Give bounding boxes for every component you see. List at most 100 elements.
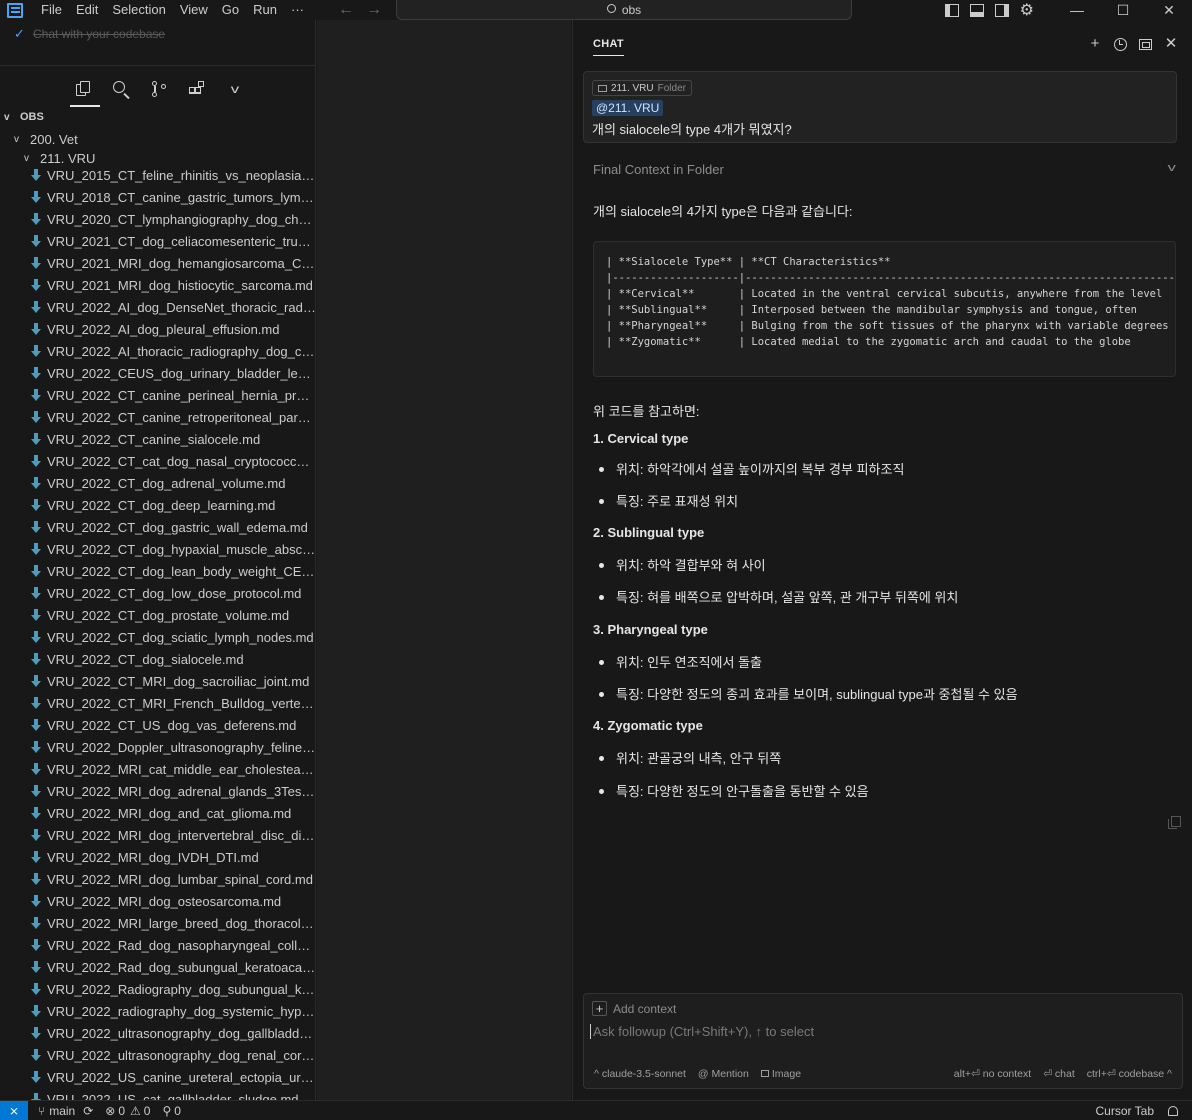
copy-icon[interactable] (1168, 816, 1181, 829)
close-window-button[interactable]: ✕ (1146, 0, 1192, 20)
user-message[interactable]: 211. VRU Folder @211. VRU 개의 sialocele의 … (583, 71, 1177, 143)
minimize-button[interactable]: — (1054, 0, 1100, 20)
file-item[interactable]: VRU_2022_US_cat_gallbladder_sludge.md (0, 1088, 315, 1100)
file-item[interactable]: VRU_2021_MRI_dog_hemangiosarcoma_CNS... (0, 252, 315, 274)
followup-input[interactable] (590, 1024, 1170, 1039)
codebase-shortcut[interactable]: ctrl+⏎ codebase ^ (1087, 1068, 1172, 1080)
history-icon[interactable] (1114, 38, 1127, 51)
markdown-file-icon (31, 829, 41, 841)
file-item[interactable]: VRU_2022_AI_dog_pleural_effusion.md (0, 318, 315, 340)
file-item[interactable]: VRU_2022_radiography_dog_systemic_hypert… (0, 1000, 315, 1022)
sync-icon[interactable]: ⟳ (83, 1104, 93, 1118)
add-context-button[interactable]: + Add context (592, 1001, 676, 1016)
more-views-tab[interactable]: v (222, 76, 248, 102)
file-item[interactable]: VRU_2020_CT_lymphangiography_dog_chylo..… (0, 208, 315, 230)
file-item[interactable]: VRU_2022_MRI_dog_adrenal_glands_3Tesla.m… (0, 780, 315, 802)
nav-arrows: ← → (338, 0, 382, 20)
file-item[interactable]: VRU_2022_MRI_cat_middle_ear_cholesteatom… (0, 758, 315, 780)
file-item[interactable]: VRU_2022_CT_dog_deep_learning.md (0, 494, 315, 516)
close-icon[interactable]: ✕ (1164, 35, 1178, 53)
file-item[interactable]: VRU_2022_CT_dog_low_dose_protocol.md (0, 582, 315, 604)
file-item[interactable]: VRU_2021_CT_dog_celiacomesenteric_trunk_… (0, 230, 315, 252)
file-item[interactable]: VRU_2022_CT_dog_hypaxial_muscle_abscess.… (0, 538, 315, 560)
file-item[interactable]: VRU_2022_CT_dog_gastric_wall_edema.md (0, 516, 315, 538)
file-item[interactable]: VRU_2022_CT_dog_sciatic_lymph_nodes.md (0, 626, 315, 648)
cursor-tab-status[interactable]: Cursor Tab (1096, 1104, 1154, 1118)
file-item[interactable]: VRU_2022_Rad_dog_subungual_keratoacanth.… (0, 956, 315, 978)
file-item[interactable]: VRU_2022_MRI_dog_IVDH_DTI.md (0, 846, 315, 868)
file-item[interactable]: VRU_2021_MRI_dog_histiocytic_sarcoma.md (0, 274, 315, 296)
file-item[interactable]: VRU_2022_CT_canine_perineal_hernia_prost… (0, 384, 315, 406)
bell-icon[interactable] (1168, 1105, 1178, 1116)
source-control-tab[interactable] (146, 76, 172, 102)
back-arrow-icon[interactable]: ← (338, 0, 354, 20)
menu-view[interactable]: View (173, 0, 215, 20)
file-item[interactable]: VRU_2022_Doppler_ultrasonography_feline_… (0, 736, 315, 758)
file-item[interactable]: VRU_2022_MRI_large_breed_dog_thoracolum.… (0, 912, 315, 934)
chevron-down-icon: v (14, 133, 19, 145)
file-item[interactable]: VRU_2022_MRI_dog_intervertebral_disc_dis… (0, 824, 315, 846)
mention-button[interactable]: @ Mention (698, 1068, 749, 1080)
file-item[interactable]: VRU_2022_Radiography_dog_subungual_kera.… (0, 978, 315, 1000)
maximize-icon[interactable] (1139, 39, 1152, 50)
markdown-file-icon (31, 1027, 41, 1039)
file-name: VRU_2022_CT_US_dog_vas_deferens.md (47, 717, 297, 733)
file-item[interactable]: VRU_2022_CT_dog_lean_body_weight_CE.md (0, 560, 315, 582)
menu-run[interactable]: Run (246, 0, 284, 20)
markdown-file-icon (31, 1049, 41, 1061)
remote-icon[interactable]: ⨯ (0, 1100, 28, 1120)
context-pill[interactable]: 211. VRU Folder (592, 80, 692, 96)
menu-file[interactable]: File (34, 0, 69, 20)
answer-intro: 개의 sialocele의 4가지 type은 다음과 같습니다: (593, 204, 853, 219)
explorer-tab[interactable] (70, 76, 100, 107)
menu-edit[interactable]: Edit (69, 0, 105, 20)
file-item[interactable]: VRU_2022_CT_MRI_dog_sacroiliac_joint.md (0, 670, 315, 692)
search-tab[interactable] (108, 76, 134, 102)
branch-indicator[interactable]: ⑂ main ⟳ (38, 1104, 93, 1118)
final-context-label[interactable]: Final Context in Folder (593, 162, 724, 177)
problems-indicator[interactable]: ⊗ 0 ⚠ 0 (105, 1104, 150, 1118)
chat-tab[interactable]: CHAT (593, 38, 624, 56)
file-item[interactable]: VRU_2022_AI_dog_DenseNet_thoracic_radiog… (0, 296, 315, 318)
menu-go[interactable]: Go (215, 0, 246, 20)
file-item[interactable]: VRU_2022_CT_cat_dog_nasal_cryptococcosis… (0, 450, 315, 472)
file-item[interactable]: VRU_2018_CT_canine_gastric_tumors_lympha… (0, 186, 315, 208)
no-context-shortcut[interactable]: alt+⏎ no context (954, 1068, 1031, 1080)
file-item[interactable]: VRU_2022_MRI_dog_and_cat_glioma.md (0, 802, 315, 824)
chevron-down-icon[interactable]: v (1167, 162, 1175, 174)
toggle-panel-icon[interactable] (969, 3, 984, 17)
new-chat-icon[interactable]: + (1088, 35, 1102, 53)
chat-shortcut[interactable]: ⏎ chat (1043, 1068, 1075, 1080)
tree-root[interactable]: v OBS (0, 106, 315, 128)
editor-area[interactable] (317, 20, 571, 1100)
gear-icon[interactable]: ⚙ (1020, 0, 1034, 20)
file-item[interactable]: VRU_2022_ultrasonography_dog_gallbladder… (0, 1022, 315, 1044)
maximize-button[interactable]: ☐ (1100, 0, 1146, 20)
file-item[interactable]: VRU_2022_CT_MRI_French_Bulldog_vertebral… (0, 692, 315, 714)
file-item[interactable]: VRU_2022_AI_thoracic_radiography_dog_car… (0, 340, 315, 362)
file-item[interactable]: VRU_2022_Rad_dog_nasopharyngeal_collaps.… (0, 934, 315, 956)
file-item[interactable]: VRU_2022_CT_US_dog_vas_deferens.md (0, 714, 315, 736)
forward-arrow-icon[interactable]: → (366, 0, 382, 20)
file-item[interactable]: VRU_2022_MRI_dog_osteosarcoma.md (0, 890, 315, 912)
file-item[interactable]: VRU_2022_CT_dog_prostate_volume.md (0, 604, 315, 626)
model-selector[interactable]: ^ claude-3.5-sonnet (594, 1068, 686, 1080)
file-item[interactable]: VRU_2022_CT_dog_adrenal_volume.md (0, 472, 315, 494)
menu-selection[interactable]: Selection (105, 0, 172, 20)
command-center-search[interactable]: obs (396, 0, 852, 20)
file-item[interactable]: VRU_2022_MRI_dog_lumbar_spinal_cord.md (0, 868, 315, 890)
file-item[interactable]: VRU_2022_CT_canine_retroperitoneal_parag… (0, 406, 315, 428)
toggle-primary-sidebar-icon[interactable] (944, 3, 959, 17)
menu-more[interactable]: ··· (284, 0, 311, 20)
image-button[interactable]: Image (760, 1068, 801, 1080)
chevron-down-icon: v (230, 82, 240, 96)
extensions-tab[interactable] (184, 76, 210, 102)
ports-indicator[interactable]: ⚲ 0 (162, 1104, 180, 1118)
file-item[interactable]: VRU_2022_US_canine_ureteral_ectopia_urin… (0, 1066, 315, 1088)
file-item[interactable]: VRU_2022_CT_dog_sialocele.md (0, 648, 315, 670)
file-item[interactable]: VRU_2022_ultrasonography_dog_renal_corti… (0, 1044, 315, 1066)
toggle-secondary-sidebar-icon[interactable] (994, 3, 1009, 17)
file-item[interactable]: VRU_2022_CT_canine_sialocele.md (0, 428, 315, 450)
file-item[interactable]: VRU_2015_CT_feline_rhinitis_vs_neoplasia… (0, 164, 315, 186)
file-item[interactable]: VRU_2022_CEUS_dog_urinary_bladder_lesion… (0, 362, 315, 384)
